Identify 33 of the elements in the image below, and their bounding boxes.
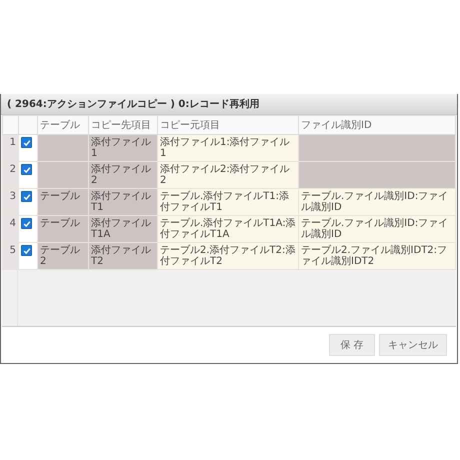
table-cell: テーブル xyxy=(38,188,88,216)
row-number: 2 xyxy=(2,162,18,188)
row-number: 1 xyxy=(2,134,18,162)
table-cell[interactable]: テーブル.添付ファイルT1:添付ファイルT1 xyxy=(158,188,298,216)
row-number: 3 xyxy=(2,188,18,216)
table-cell: 添付ファイルT2 xyxy=(88,242,158,270)
row-number: 5 xyxy=(2,242,18,270)
checkbox[interactable] xyxy=(21,245,32,256)
checkbox[interactable] xyxy=(21,137,32,148)
column-header: コピー元項目 xyxy=(158,116,298,134)
table-cell[interactable]: 添付ファイル1:添付ファイル1 xyxy=(158,134,298,162)
table-cell: 添付ファイルT1 xyxy=(88,188,158,216)
table-cell: 添付ファイル1 xyxy=(88,134,158,162)
table-cell[interactable]: テーブル.ファイル識別ID:ファイル識別ID xyxy=(298,188,456,216)
table-cell: 添付ファイル2 xyxy=(88,162,158,188)
checkbox[interactable] xyxy=(21,164,32,175)
checkbox[interactable] xyxy=(21,191,32,202)
checkbox[interactable] xyxy=(21,218,32,229)
save-button[interactable]: 保 存 xyxy=(329,334,375,356)
table-cell: テーブル xyxy=(38,216,88,242)
table-cell[interactable]: テーブル.ファイル識別ID:ファイル識別ID xyxy=(298,216,456,242)
column-header: ファイル識別ID xyxy=(298,116,456,134)
table-cell[interactable]: テーブル.添付ファイルT1A:添付ファイルT1A xyxy=(158,216,298,242)
row-number: 4 xyxy=(2,216,18,242)
column-header: コピー先項目 xyxy=(88,116,158,134)
cancel-button[interactable]: キャンセル xyxy=(379,334,447,356)
table-cell[interactable]: 添付ファイル2:添付ファイル2 xyxy=(158,162,298,188)
column-header: テーブル xyxy=(38,116,88,134)
dialog-title: ( 2964:アクションファイルコピー ) 0:レコード再利用 xyxy=(1,94,457,115)
table-cell[interactable]: テーブル2.添付ファイルT2:添付ファイルT2 xyxy=(158,242,298,270)
table-cell: 添付ファイルT1A xyxy=(88,216,158,242)
table-cell[interactable]: テーブル2.ファイル識別IDT2:ファイル識別IDT2 xyxy=(298,242,456,270)
table-cell: テーブル2 xyxy=(38,242,88,270)
